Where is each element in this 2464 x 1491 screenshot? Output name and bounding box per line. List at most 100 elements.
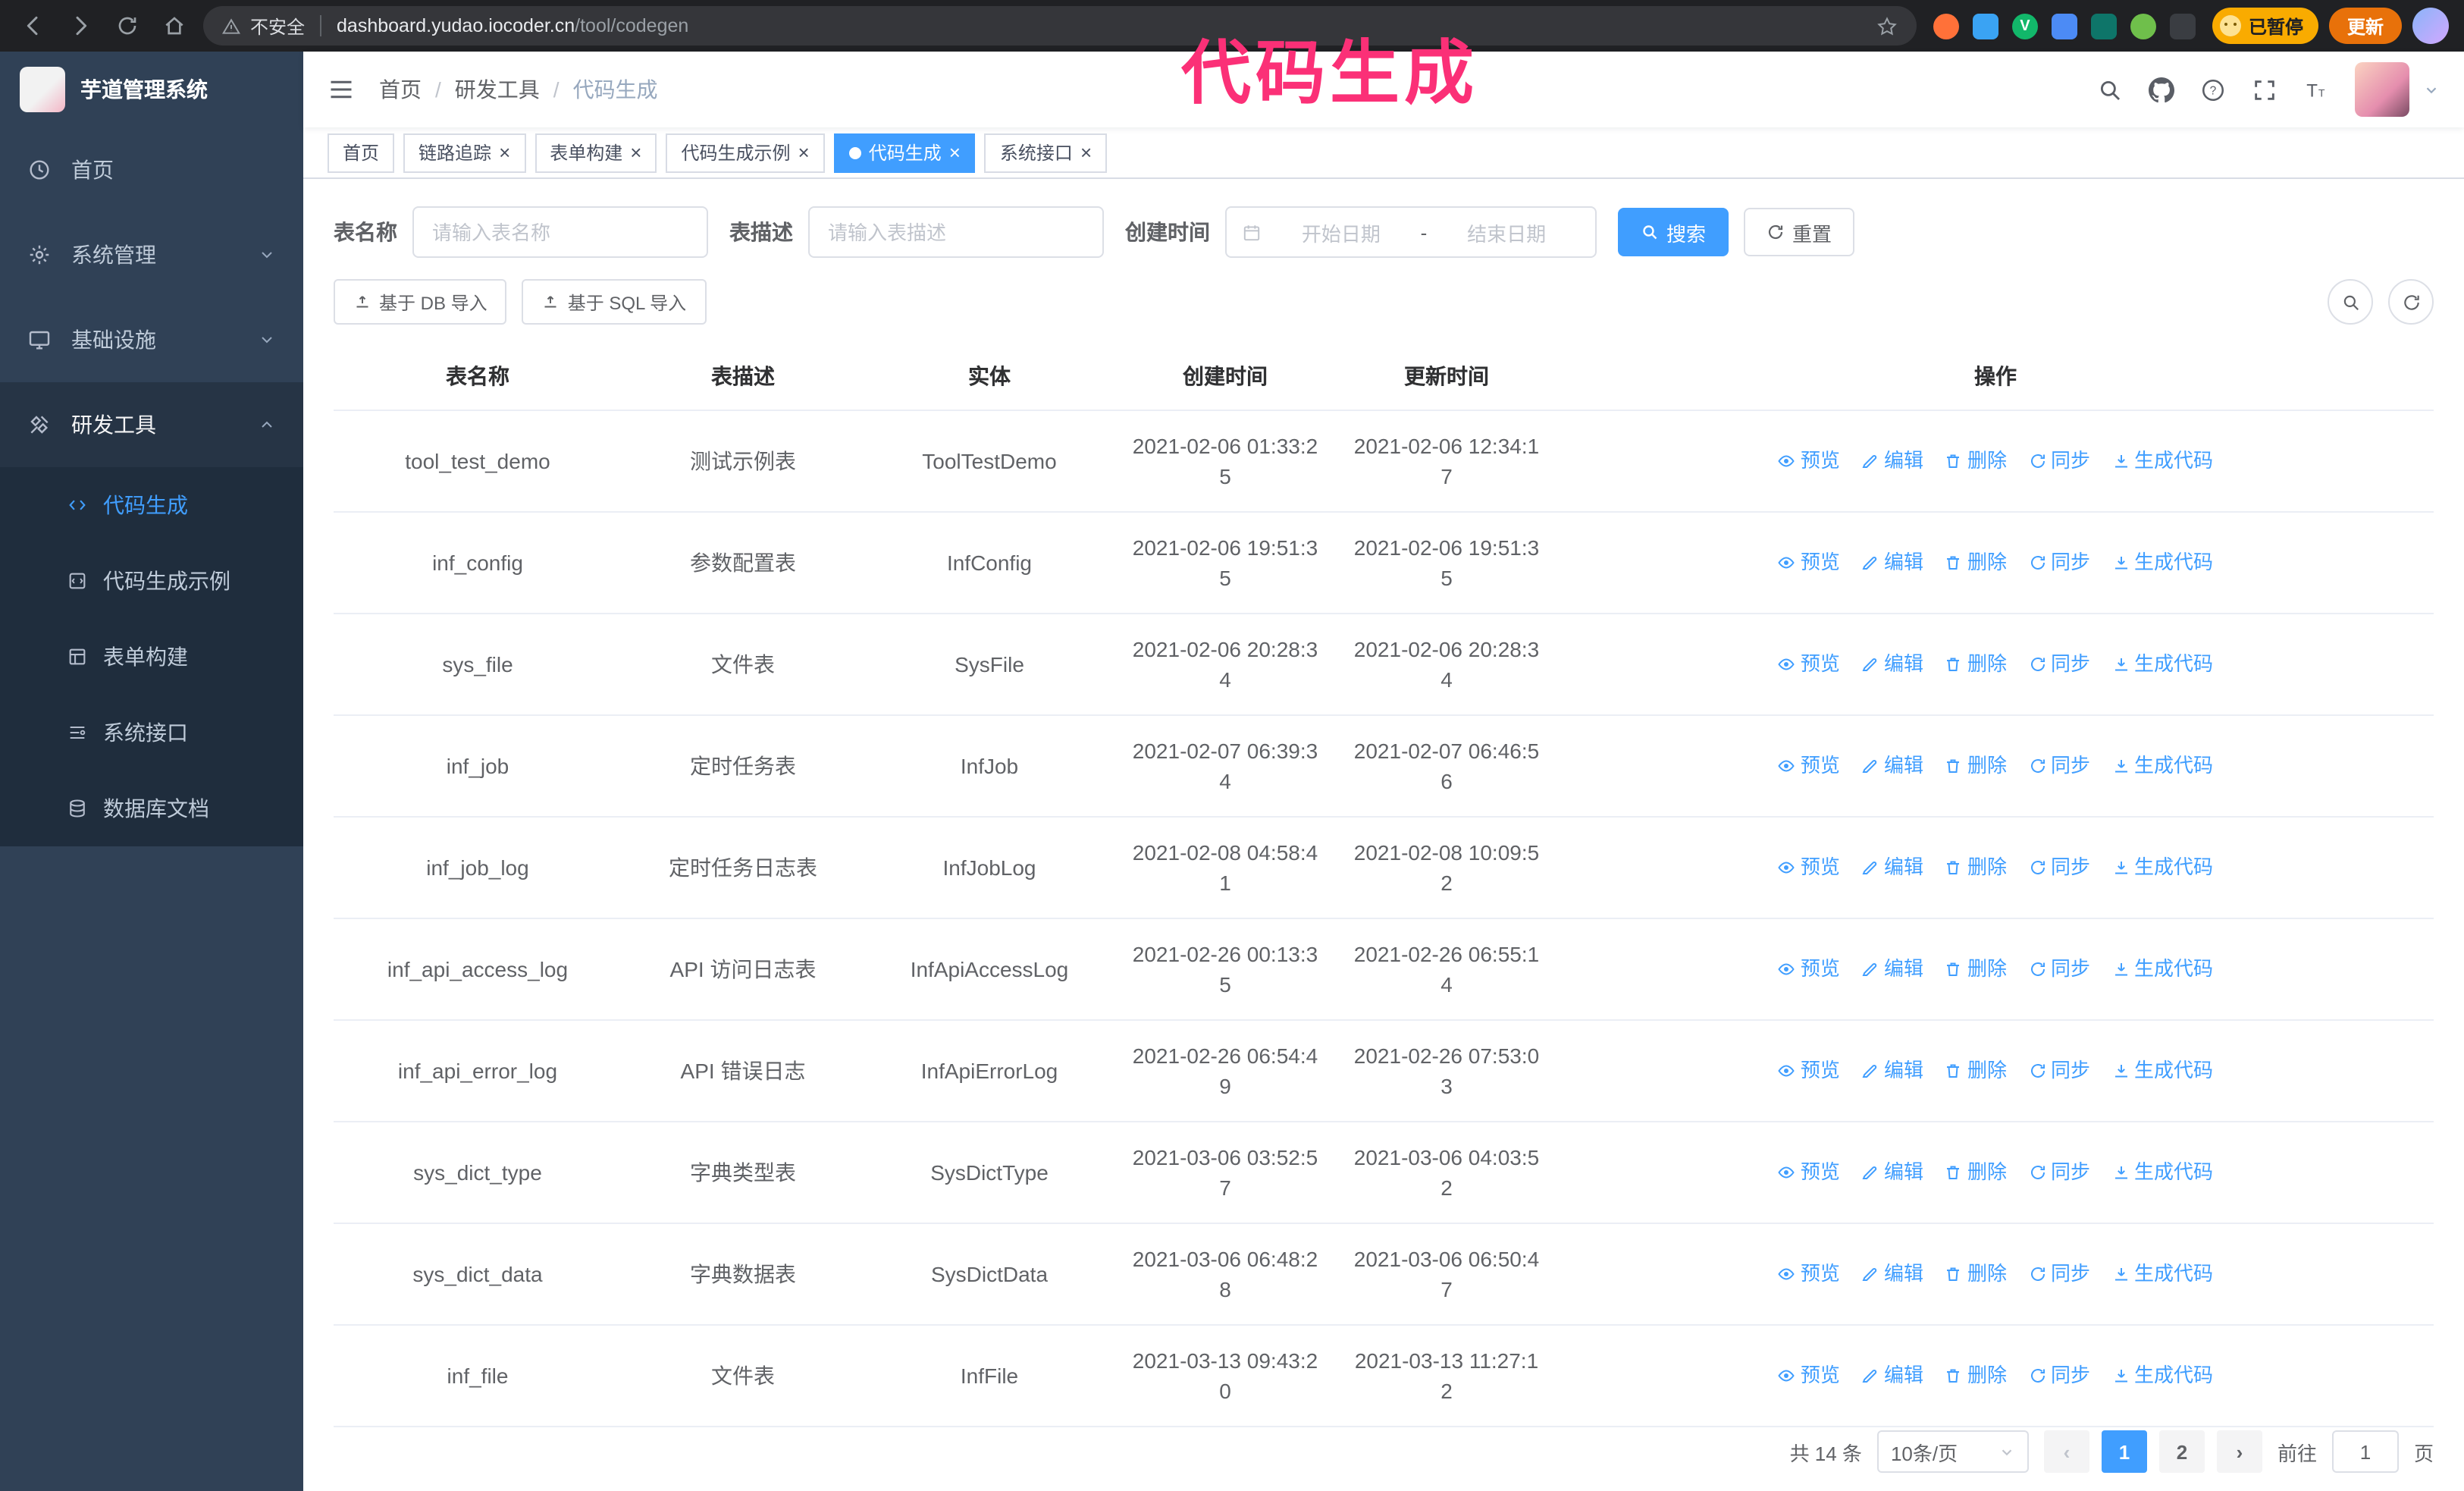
tab-form-builder[interactable]: 表单构建 × [534, 133, 657, 172]
close-icon[interactable]: × [949, 143, 961, 162]
edit-action-link[interactable]: 编辑 [1861, 648, 1923, 679]
extension-icon[interactable] [1933, 13, 1959, 39]
sync-action-link[interactable]: 同步 [2028, 852, 2090, 882]
delete-action-link[interactable]: 删除 [1945, 445, 2007, 476]
tab-codegen-example[interactable]: 代码生成示例 × [666, 133, 825, 172]
search-button[interactable]: 搜索 [1618, 208, 1729, 256]
goto-page-input[interactable] [2331, 1430, 2399, 1473]
menu-collapse-icon[interactable] [328, 76, 355, 103]
extension-icon[interactable] [2169, 13, 2196, 39]
close-icon[interactable]: × [630, 143, 641, 162]
eye-action-link[interactable]: 预览 [1778, 852, 1840, 882]
home-icon[interactable] [156, 8, 193, 44]
edit-action-link[interactable]: 编辑 [1861, 1360, 1923, 1390]
eye-action-link[interactable]: 预览 [1778, 1258, 1840, 1289]
sidebar-item-codegen[interactable]: 代码生成 [0, 467, 303, 543]
page-size-select[interactable]: 10条/页 [1876, 1430, 2029, 1473]
user-avatar[interactable] [2355, 62, 2409, 117]
sidebar-item-db-doc[interactable]: 数据库文档 [0, 771, 303, 846]
close-icon[interactable]: × [1080, 143, 1092, 162]
date-range-picker[interactable]: 开始日期 - 结束日期 [1225, 206, 1597, 258]
sync-action-link[interactable]: 同步 [2028, 953, 2090, 984]
reset-button[interactable]: 重置 [1744, 208, 1855, 256]
eye-action-link[interactable]: 预览 [1778, 1157, 1840, 1187]
question-icon[interactable]: ? [2200, 77, 2226, 102]
sync-action-link[interactable]: 同步 [2028, 1157, 2090, 1187]
delete-action-link[interactable]: 删除 [1945, 852, 2007, 882]
breadcrumb-item[interactable]: 首页 [379, 74, 422, 105]
delete-action-link[interactable]: 删除 [1945, 1055, 2007, 1085]
extension-icon[interactable] [2051, 13, 2077, 39]
delete-action-link[interactable]: 删除 [1945, 547, 2007, 577]
forward-icon[interactable] [62, 8, 99, 44]
eye-action-link[interactable]: 预览 [1778, 750, 1840, 780]
download-action-link[interactable]: 生成代码 [2111, 953, 2213, 984]
import-sql-button[interactable]: 基于 SQL 导入 [522, 279, 707, 325]
refresh-table-button[interactable] [2388, 279, 2434, 325]
sidebar-item-codegen-example[interactable]: 代码生成示例 [0, 543, 303, 619]
bookmark-star-icon[interactable] [1876, 14, 1898, 37]
edit-action-link[interactable]: 编辑 [1861, 750, 1923, 780]
sync-action-link[interactable]: 同步 [2028, 648, 2090, 679]
download-action-link[interactable]: 生成代码 [2111, 1157, 2213, 1187]
delete-action-link[interactable]: 删除 [1945, 750, 2007, 780]
delete-action-link[interactable]: 删除 [1945, 648, 2007, 679]
toggle-search-button[interactable] [2328, 279, 2373, 325]
delete-action-link[interactable]: 删除 [1945, 953, 2007, 984]
sync-action-link[interactable]: 同步 [2028, 1258, 2090, 1289]
page-button[interactable]: 1 [2101, 1430, 2147, 1473]
sidebar-item-system-api[interactable]: 系统接口 [0, 695, 303, 771]
tab-tracing[interactable]: 链路追踪 × [403, 133, 526, 172]
sync-paused-badge[interactable]: 已暂停 [2212, 8, 2318, 44]
import-db-button[interactable]: 基于 DB 导入 [334, 279, 507, 325]
sync-action-link[interactable]: 同步 [2028, 1360, 2090, 1390]
github-icon[interactable] [2149, 77, 2174, 102]
close-icon[interactable]: × [798, 143, 810, 162]
delete-action-link[interactable]: 删除 [1945, 1157, 2007, 1187]
prev-page-button[interactable]: ‹ [2043, 1430, 2089, 1473]
sidebar-item-form-builder[interactable]: 表单构建 [0, 619, 303, 695]
extension-icon[interactable] [1972, 13, 1998, 39]
eye-action-link[interactable]: 预览 [1778, 1360, 1840, 1390]
eye-action-link[interactable]: 预览 [1778, 445, 1840, 476]
extension-icon[interactable]: V [2011, 13, 2038, 39]
breadcrumb-item[interactable]: 研发工具 [455, 74, 540, 105]
download-action-link[interactable]: 生成代码 [2111, 648, 2213, 679]
eye-action-link[interactable]: 预览 [1778, 1055, 1840, 1085]
table-desc-input[interactable] [808, 206, 1104, 258]
reload-icon[interactable] [109, 8, 146, 44]
tab-codegen[interactable]: 代码生成 × [833, 133, 976, 172]
download-action-link[interactable]: 生成代码 [2111, 445, 2213, 476]
browser-avatar[interactable] [2412, 8, 2449, 44]
sidebar-item-infra[interactable]: 基础设施 [0, 297, 303, 382]
sync-action-link[interactable]: 同步 [2028, 750, 2090, 780]
edit-action-link[interactable]: 编辑 [1861, 445, 1923, 476]
edit-action-link[interactable]: 编辑 [1861, 547, 1923, 577]
back-icon[interactable] [15, 8, 52, 44]
sidebar-item-system[interactable]: 系统管理 [0, 212, 303, 297]
fullscreen-icon[interactable] [2252, 77, 2277, 102]
tab-home[interactable]: 首页 [328, 133, 395, 172]
extension-icon[interactable] [2130, 13, 2156, 39]
download-action-link[interactable]: 生成代码 [2111, 852, 2213, 882]
download-action-link[interactable]: 生成代码 [2111, 1360, 2213, 1390]
edit-action-link[interactable]: 编辑 [1861, 953, 1923, 984]
eye-action-link[interactable]: 预览 [1778, 547, 1840, 577]
edit-action-link[interactable]: 编辑 [1861, 1055, 1923, 1085]
delete-action-link[interactable]: 删除 [1945, 1258, 2007, 1289]
edit-action-link[interactable]: 编辑 [1861, 1157, 1923, 1187]
page-button[interactable]: 2 [2158, 1430, 2205, 1473]
eye-action-link[interactable]: 预览 [1778, 648, 1840, 679]
font-size-icon[interactable]: TT [2303, 77, 2329, 102]
address-bar[interactable]: 不安全 dashboard.yudao.iocoder.cn/tool/code… [203, 6, 1917, 46]
download-action-link[interactable]: 生成代码 [2111, 750, 2213, 780]
sync-action-link[interactable]: 同步 [2028, 1055, 2090, 1085]
edit-action-link[interactable]: 编辑 [1861, 852, 1923, 882]
download-action-link[interactable]: 生成代码 [2111, 547, 2213, 577]
eye-action-link[interactable]: 预览 [1778, 953, 1840, 984]
table-name-input[interactable] [412, 206, 708, 258]
update-button[interactable]: 更新 [2328, 8, 2402, 44]
close-icon[interactable]: × [499, 143, 510, 162]
sync-action-link[interactable]: 同步 [2028, 547, 2090, 577]
next-page-button[interactable]: › [2216, 1430, 2262, 1473]
